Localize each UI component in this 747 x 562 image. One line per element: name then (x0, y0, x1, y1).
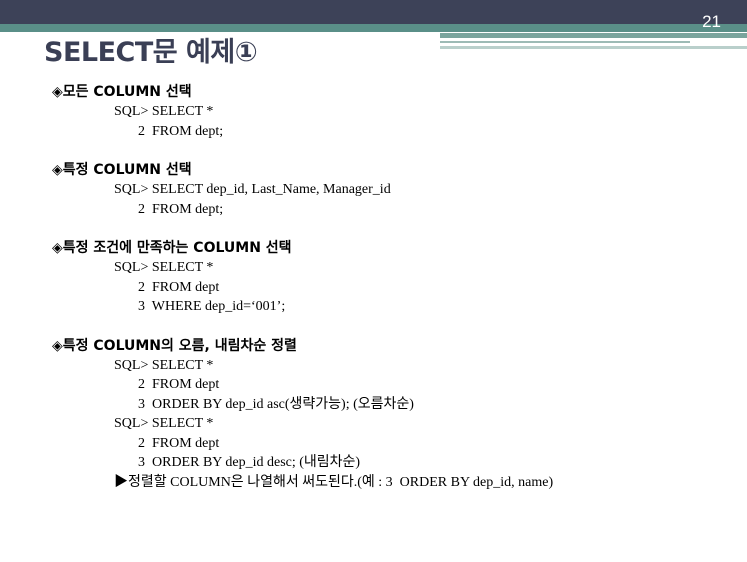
code-line: SQL> SELECT * (114, 357, 214, 373)
decorative-stripe (440, 33, 747, 38)
code-line: 3 ORDER BY dep_id desc; (내림차순) (138, 455, 361, 470)
code-line: 2 FROM dept (138, 377, 220, 392)
section-heading: ◈특정 조건에 만족하는 COLUMN 선택 (52, 240, 292, 256)
header-bar (0, 0, 747, 24)
slide-content: ◈모든 COLUMN 선택 SQL> SELECT * 2 FROM dept;… (52, 82, 732, 492)
code-line: 2 FROM dept; (138, 201, 224, 217)
page-number: 21 (702, 12, 721, 31)
section-heading: ◈모든 COLUMN 선택 (52, 84, 192, 100)
code-line: 2 FROM dept; (138, 123, 224, 139)
code-line: SQL> SELECT * (114, 104, 214, 119)
decorative-stripe (440, 46, 747, 49)
code-line: SQL> SELECT * (114, 260, 214, 275)
note-line: ▶정렬할 COLUMN은 나열해서 써도된다.(예 : 3 ORDER BY d… (114, 474, 554, 490)
code-line: 2 FROM dept (138, 435, 220, 451)
code-line: SQL> SELECT * (114, 416, 214, 431)
code-line: 2 FROM dept (138, 279, 220, 295)
code-line: 3 WHERE dep_id=‘001’; (138, 299, 286, 314)
section-heading: ◈특정 COLUMN의 오름, 내림차순 정렬 (52, 337, 297, 354)
section-heading: ◈특정 COLUMN 선택 (52, 162, 192, 178)
decorative-stripe (440, 41, 690, 43)
code-line: 3 ORDER BY dep_id asc(생략가능); (오름차순) (138, 396, 414, 412)
code-line: SQL> SELECT dep_id, Last_Name, Manager_i… (114, 182, 391, 197)
slide-title: SELECT문 예제① (44, 37, 258, 68)
